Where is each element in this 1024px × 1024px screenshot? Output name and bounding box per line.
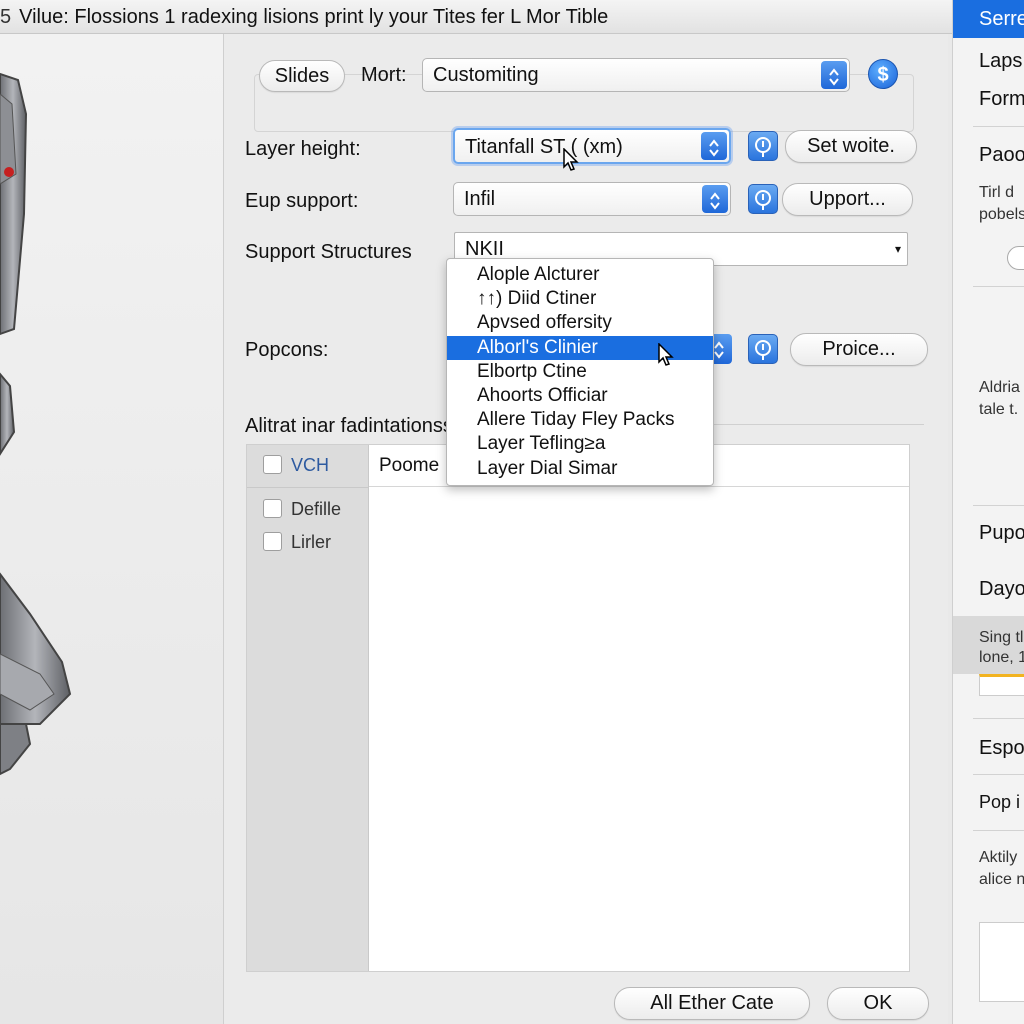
sidebar-divider [973,126,1024,127]
column-header: Poome [379,455,440,476]
mouse-pointer-icon [658,343,674,366]
info-pin-icon[interactable] [748,184,778,214]
sidebar-item-dayo[interactable]: Dayo [979,578,1024,601]
checklist-divider [247,487,368,488]
sidebar-divider [973,286,1024,287]
checkbox-label: Lirler [291,532,332,552]
chevron-updown-icon [821,61,847,89]
menu-item[interactable]: Allere Tiday Fley Packs [447,408,713,432]
ok-button[interactable]: OK [827,987,929,1020]
support-structures-label: Support Structures [245,241,412,263]
sidebar-item-paco[interactable]: Paoo [979,144,1024,167]
menu-item[interactable]: Alople Alcturer [447,263,713,287]
checkbox-label: Defille [291,499,342,519]
sidebar-divider [973,718,1024,719]
window-title: Vilue: Flossions 1 radexing lisions prin… [19,6,609,28]
popcons-label: Popcons: [245,339,329,361]
menu-item[interactable]: Ahoorts Officiar [447,384,713,408]
options-checklist: VCH Defille Lirler [247,445,369,971]
sidebar-divider [973,505,1024,506]
options-content[interactable]: Poome [369,445,909,971]
checkbox-vch[interactable] [263,455,282,474]
sidebar-note: Tirl d [979,184,1014,201]
mort-select[interactable]: Customiting [422,58,850,92]
robot-model-illustration [0,72,72,776]
sidebar-item-pop[interactable]: Pop i [979,792,1020,813]
options-panel: VCH Defille Lirler Poome [246,444,910,972]
menu-item[interactable]: Apvsed offersity [447,311,713,335]
sidebar-item-form[interactable]: Form [979,88,1024,111]
model-viewport[interactable] [0,34,224,1024]
layer-height-select[interactable]: Titanfall ST ( (xm) [453,128,731,164]
chevron-updown-icon [702,185,728,213]
sidebar-divider [973,774,1024,775]
sidebar-note: Sing tl [979,629,1024,646]
set-button[interactable]: Set woite. [785,130,917,163]
checkbox-label: VCH [291,455,330,475]
upport-button[interactable]: Upport... [782,183,913,216]
dollar-icon[interactable]: $ [868,59,898,89]
sidebar-divider [973,830,1024,831]
info-pin-icon[interactable] [748,131,778,161]
checkbox-defille[interactable] [263,499,282,518]
menu-item[interactable]: Layer Tefling≥a [447,432,713,456]
mort-label: Mort: [361,64,407,86]
sidebar-note: alice n [979,871,1024,888]
sidebar-text-area[interactable] [979,922,1024,1002]
all-ether-cate-button[interactable]: All Ether Cate [614,987,810,1020]
support-structures-dropdown: Alople Alcturer ↑↑) Diid Ctiner Apvsed o… [446,258,714,486]
sidebar-item-pupo[interactable]: Pupo [979,522,1024,545]
price-button[interactable]: Proice... [790,333,928,366]
caret-down-icon: ▾ [894,242,901,256]
window-title-bar: 5 Vilue: Flossions 1 radexing lisions pri… [0,0,952,34]
menu-item[interactable]: ↑↑) Diid Ctiner [447,287,713,311]
tab-slides[interactable]: Slides [259,60,345,92]
sidebar-note: Aldria [979,379,1020,396]
sidebar-header[interactable]: Serre [953,0,1024,38]
menu-item[interactable]: Layer Dial Simar [447,457,713,481]
title-prefix: 5 [0,6,12,28]
eup-support-select[interactable]: Infil [453,182,731,216]
sidebar-note: tale t. [979,401,1019,418]
layer-height-value: Titanfall ST ( (xm) [465,136,623,158]
right-sidebar: Serre Laps Form Paoo Tirl d pobels Aldri… [952,0,1024,1024]
section-heading: Alitrat inar fadintationss [245,415,453,437]
mort-select-value: Customiting [433,64,539,86]
sidebar-note: Aktily [979,849,1018,866]
chevron-updown-icon [701,132,727,160]
sidebar-note: lone, 1 [979,649,1024,666]
sidebar-toggle[interactable] [1007,246,1024,270]
layer-height-label: Layer height: [245,138,361,160]
eup-support-label: Eup support: [245,190,359,212]
mouse-pointer-icon [563,148,579,171]
checkbox-lirler[interactable] [263,532,282,551]
settings-dialog: Slides Mort: Customiting $ Layer height:… [224,34,948,1024]
sidebar-progress-field[interactable] [979,674,1024,696]
eup-support-value: Infil [464,188,496,210]
sidebar-item-espo[interactable]: Espo [979,737,1024,760]
sidebar-item-laps[interactable]: Laps [979,50,1022,73]
info-pin-icon[interactable] [748,334,778,364]
sidebar-note: pobels [979,206,1024,223]
